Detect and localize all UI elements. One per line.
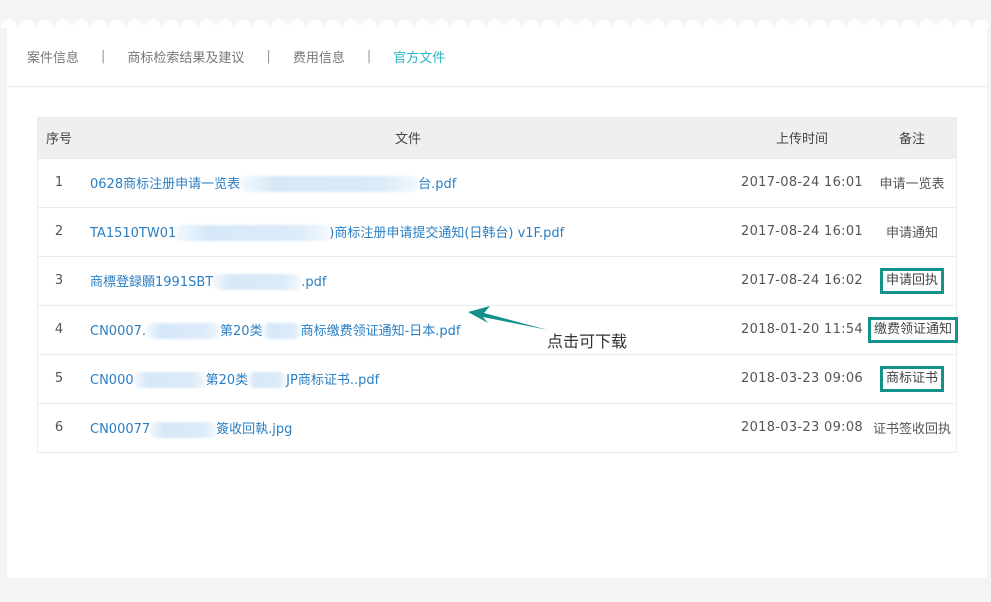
tab-bar: 案件信息 | 商标检索结果及建议 | 费用信息 | 官方文件 [7, 26, 987, 87]
upload-time: 2017-08-24 16:01 [741, 175, 863, 190]
note-text: 申请通知 [868, 207, 956, 256]
upload-time: 2018-03-23 09:06 [741, 371, 863, 386]
file-download-link[interactable]: CN00077 簽收回執.jpg [90, 421, 293, 438]
row-index: 1 [54, 175, 64, 190]
file-name-part: 台.pdf [418, 176, 457, 192]
note-highlight: 申请回执 [879, 267, 944, 294]
note-text: 申请一览表 [868, 158, 956, 207]
redacted-text [176, 225, 330, 242]
upload-time: 2017-08-24 16:02 [741, 273, 863, 288]
note-cell: 申请回执 [868, 256, 956, 305]
file-name-part: .pdf [301, 274, 327, 290]
header-index: 序号 [45, 132, 72, 148]
tab-official-documents[interactable]: 官方文件 [393, 47, 445, 66]
row-index: 5 [54, 371, 64, 386]
note-label: 申请通知 [885, 226, 938, 241]
file-name-part: 商標登録願1991SBT [90, 274, 214, 290]
file-name-part: CN00077 [90, 422, 151, 437]
table-header-row: 序号 文件 上传时间 备注 [38, 118, 956, 158]
redacted-text [240, 176, 419, 193]
header-file: 文件 [394, 132, 421, 148]
note-text: 证书签收回执 [868, 403, 956, 452]
upload-time: 2017-08-24 16:01 [741, 224, 863, 239]
file-cell: CN0007. 第20类 商标缴费领证通知-日本.pdf [80, 305, 736, 354]
note-label: 证书签收回执 [872, 422, 951, 438]
row-index: 6 [54, 420, 64, 436]
file-cell: 商標登録願1991SBT .pdf [80, 256, 736, 305]
tab-separator: | [101, 48, 106, 64]
tab-separator: | [266, 48, 271, 64]
tab-trademark-search[interactable]: 商标检索结果及建议 [127, 47, 244, 66]
file-download-link[interactable]: CN000 第20类 JP商标证书..pdf [90, 372, 380, 389]
upload-time: 2018-01-20 11:54 [741, 322, 863, 337]
file-name-part: 第20类 [220, 323, 263, 339]
row-index: 2 [54, 224, 64, 239]
note-highlight: 缴费领证通知 [868, 316, 959, 343]
header-upload-time: 上传时间 [775, 132, 828, 148]
file-download-link[interactable]: 0628商标注册申请一览表 台.pdf [90, 176, 457, 193]
scalloped-top-border [0, 0, 991, 28]
tab-separator: | [366, 48, 372, 64]
redacted-text [213, 274, 302, 291]
file-name-part: CN0007. [90, 323, 147, 339]
redacted-text [248, 372, 287, 389]
file-download-link[interactable]: CN0007. 第20类 商标缴费领证通知-日本.pdf [90, 323, 461, 340]
redacted-text [262, 323, 301, 340]
documents-table: 序号 文件 上传时间 备注 1 0628商标注册申请一览表 台.pdf 2017-… [37, 117, 959, 453]
file-name-part: 商标缴费领证通知-日本.pdf [300, 323, 461, 339]
redacted-text [146, 323, 221, 340]
file-name-part: )商标注册申请提交通知(日韩台) v1F.pdf [329, 225, 565, 241]
row-index: 3 [54, 273, 64, 288]
file-name-part: 0628商标注册申请一览表 [90, 176, 241, 192]
table-row: 3 商標登録願1991SBT .pdf 2017-08-24 16:02 申请回执 [38, 256, 956, 305]
file-cell: CN00077 簽收回執.jpg [80, 403, 736, 452]
redacted-text [150, 421, 217, 438]
file-download-link[interactable]: 商標登録願1991SBT .pdf [90, 274, 327, 291]
file-name-part: CN000 [90, 372, 134, 388]
table-row: 6 CN00077 簽收回執.jpg 2018-03-23 09:08 证书签收回… [38, 403, 956, 452]
table-row: 5 CN000 第20类 JP商标证书..pdf 2018-03-23 09:06 … [38, 354, 956, 403]
row-index: 4 [54, 322, 64, 337]
tab-fee-info[interactable]: 费用信息 [293, 47, 345, 66]
table-row: 2 TA1510TW01 )商标注册申请提交通知(日韩台) v1F.pdf 201… [38, 207, 956, 256]
file-cell: TA1510TW01 )商标注册申请提交通知(日韩台) v1F.pdf [80, 207, 736, 256]
file-cell: 0628商标注册申请一览表 台.pdf [80, 158, 736, 207]
table-row: 1 0628商标注册申请一览表 台.pdf 2017-08-24 16:01 申请… [38, 158, 956, 207]
header-note: 备注 [898, 132, 925, 148]
note-cell: 缴费领证通知 [868, 305, 959, 354]
upload-time: 2018-03-23 09:08 [741, 420, 863, 436]
file-name-part: 簽收回執.jpg [216, 422, 293, 437]
note-cell: 商标证书 [868, 354, 956, 403]
note-highlight: 商标证书 [879, 365, 944, 392]
table-row: 4 CN0007. 第20类 商标缴费领证通知-日本.pdf 2018-01-20 … [38, 305, 959, 354]
file-name-part: TA1510TW01 [90, 225, 177, 241]
note-label: 申请一览表 [879, 177, 945, 192]
file-name-part: 第20类 [205, 372, 249, 388]
file-download-link[interactable]: TA1510TW01 )商标注册申请提交通知(日韩台) v1F.pdf [90, 225, 565, 242]
tab-case-info[interactable]: 案件信息 [27, 47, 79, 66]
file-name-part: JP商标证书..pdf [286, 372, 380, 388]
content-panel: 案件信息 | 商标检索结果及建议 | 费用信息 | 官方文件 序号 文件 上传时… [7, 26, 987, 578]
redacted-text [133, 372, 206, 389]
file-cell: CN000 第20类 JP商标证书..pdf [80, 354, 736, 403]
